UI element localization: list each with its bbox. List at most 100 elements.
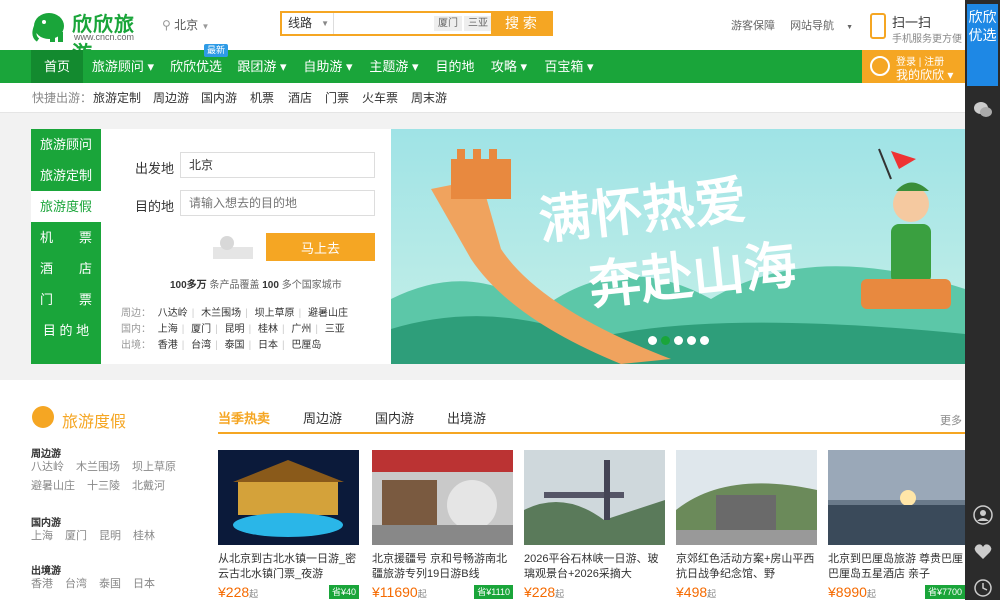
heart-icon[interactable] [973, 542, 993, 562]
go-button[interactable]: 马上去 [266, 233, 375, 261]
category-link[interactable]: 北戴河 [132, 477, 165, 496]
dest-link[interactable]: 日本 [258, 340, 278, 351]
quick-link[interactable]: 门票 [325, 83, 349, 113]
search-form: 出发地 北京 目的地 马上去 100多万 条产品覆盖 100 多个国家城市 周边… [101, 129, 391, 364]
dest-link[interactable]: 上海 [158, 324, 178, 335]
nav-group-tour[interactable]: 跟团游 ▾ [232, 50, 292, 83]
dest-link[interactable]: 台湾 [191, 340, 211, 351]
sidemenu-flights[interactable]: 机 票 [31, 222, 101, 253]
sidemenu-tickets[interactable]: 门 票 [31, 284, 101, 315]
category-link[interactable]: 泰国 [99, 575, 121, 591]
money-icon [213, 236, 253, 259]
promo-banner[interactable]: 满怀热爱 奔赴山海 [391, 129, 965, 364]
destination-input[interactable] [180, 190, 375, 216]
product-card[interactable]: 北京到巴厘岛旅游 尊贵巴厘 巴厘岛五星酒店 亲子 ¥8990起 省¥7700 [828, 450, 965, 600]
category-link[interactable]: 避暑山庄 [31, 477, 75, 496]
tab-abroad[interactable]: 出境游 [447, 408, 486, 427]
dest-link[interactable]: 避暑山庄 [308, 308, 348, 319]
product-card[interactable]: 2026平谷石林峡一日游、玻璃观景台+2026采摘大 ¥228起 [524, 450, 665, 600]
product-card[interactable]: 北京援疆号 京和号畅游南北疆旅游专列19日游B线 ¥11690起 省¥1110 [372, 450, 513, 600]
dest-link[interactable]: 木兰围场 [201, 308, 241, 319]
more-link[interactable]: 更多 [940, 412, 962, 428]
category-link[interactable]: 桂林 [133, 527, 155, 543]
category-link[interactable]: 厦门 [65, 527, 87, 543]
tab-hot[interactable]: 当季热卖 [218, 408, 270, 427]
history-clock-icon[interactable] [973, 578, 993, 598]
dest-link[interactable]: 泰国 [225, 340, 245, 351]
sidemenu-vacation[interactable]: 旅游度假 [31, 191, 101, 222]
nav-travel-advisor[interactable]: 旅游顾问 ▾ [86, 50, 160, 83]
product-title: 从北京到古北水镇一日游_密云古北水镇门票_夜游 [218, 553, 357, 580]
quick-link[interactable]: 周末游 [411, 83, 447, 113]
tab-domestic[interactable]: 国内游 [375, 408, 414, 427]
product-card[interactable]: 京郊红色活动方案+房山平西抗日战争纪念馆、野 ¥498起 [676, 450, 817, 600]
search-tag[interactable]: 三亚 [464, 16, 492, 31]
nav-free-tour[interactable]: 自助游 ▾ [298, 50, 358, 83]
nav-toolbox[interactable]: 百宝箱 ▾ [540, 50, 598, 83]
category-link[interactable]: 台湾 [65, 575, 87, 591]
category-link[interactable]: 上海 [31, 527, 53, 543]
category-link[interactable]: 昆明 [99, 527, 121, 543]
nav-theme-tour[interactable]: 主题游 ▾ [364, 50, 424, 83]
sidemenu-advisor[interactable]: 旅游顾问 [31, 129, 101, 160]
dest-link[interactable]: 香港 [158, 340, 178, 351]
dest-link[interactable]: 昆明 [225, 324, 245, 335]
chevron-down-icon: ▼ [846, 24, 853, 31]
logo-url: www.cncn.com [74, 32, 135, 42]
sidemenu-hotels[interactable]: 酒 店 [31, 253, 101, 284]
carousel-dot[interactable] [648, 336, 657, 345]
nav-guide[interactable]: 攻略 ▾ [486, 50, 532, 83]
nav-home[interactable]: 首页 [31, 50, 83, 83]
location-pin-icon: ⚲ [162, 18, 171, 32]
quick-link[interactable]: 周边游 [153, 83, 189, 113]
guarantee-link[interactable]: 游客保障 [731, 20, 775, 32]
category-link[interactable]: 坝上草原 [132, 458, 176, 477]
scan-title[interactable]: 扫一扫 [892, 12, 931, 31]
dest-link[interactable]: 巴厘岛 [291, 340, 321, 351]
search-input[interactable] [336, 13, 432, 34]
login-area[interactable]: 登录 | 注册 我的欣欣 ▾ [862, 50, 965, 83]
main-nav: 首页 旅游顾问 ▾ 欣欣优选 跟团游 ▾ 自助游 ▾ 主题游 ▾ 目的地 攻略 … [0, 50, 965, 83]
quick-link[interactable]: 酒店 [288, 83, 312, 113]
youxuan-button[interactable]: 欣欣优选 [967, 4, 998, 86]
dest-link[interactable]: 厦门 [191, 324, 211, 335]
saving-badge: 省¥40 [328, 585, 359, 599]
tab-nearby[interactable]: 周边游 [303, 408, 342, 427]
dest-link[interactable]: 坝上草原 [255, 308, 295, 319]
sidemenu-destination[interactable]: 目 的 地 [31, 315, 101, 346]
product-card[interactable]: 从北京到古北水镇一日游_密云古北水镇门票_夜游 ¥228起 省¥40 [218, 450, 359, 600]
carousel-dot[interactable] [700, 336, 709, 345]
dest-link[interactable]: 八达岭 [158, 308, 188, 319]
user-avatar-icon [870, 56, 890, 76]
dest-link[interactable]: 桂林 [258, 324, 278, 335]
wechat-icon[interactable] [973, 100, 993, 120]
quick-link[interactable]: 火车票 [362, 83, 398, 113]
category-link[interactable]: 木兰围场 [76, 458, 120, 477]
search-button[interactable]: 搜 索 [491, 13, 551, 34]
quick-label: 快捷出游： [32, 91, 93, 105]
top-header: 欣欣旅游 www.cncn.com ⚲ 北京 ▼ 线路 ▼ 厦门 三亚 搜 索 … [0, 0, 965, 65]
category-link[interactable]: 十三陵 [87, 477, 120, 496]
user-icon[interactable] [973, 505, 993, 525]
my-account-link[interactable]: 我的欣欣 ▾ [896, 66, 953, 83]
search-tag[interactable]: 厦门 [434, 16, 462, 31]
product-title: 2026平谷石林峡一日游、玻璃观景台+2026采摘大 [524, 553, 659, 580]
search-type-select[interactable]: 线路 ▼ [282, 13, 334, 34]
sidemenu-custom[interactable]: 旅游定制 [31, 160, 101, 191]
nav-destination[interactable]: 目的地 [430, 50, 480, 83]
carousel-dot[interactable] [674, 336, 683, 345]
city-selector[interactable]: ⚲ 北京 ▼ [162, 16, 209, 33]
site-nav-link[interactable]: 网站导航 [790, 20, 834, 32]
from-field[interactable]: 北京 [180, 152, 375, 178]
category-link[interactable]: 八达岭 [31, 458, 64, 477]
dest-link[interactable]: 广州 [291, 324, 311, 335]
site-logo[interactable]: 欣欣旅游 www.cncn.com [30, 6, 150, 65]
category-link[interactable]: 日本 [133, 575, 155, 591]
quick-link[interactable]: 旅游定制 [93, 83, 141, 113]
quick-link[interactable]: 机票 [250, 83, 274, 113]
quick-link[interactable]: 国内游 [201, 83, 237, 113]
carousel-dot[interactable] [661, 336, 670, 345]
carousel-dot[interactable] [687, 336, 696, 345]
category-link[interactable]: 香港 [31, 575, 53, 591]
dest-link[interactable]: 三亚 [325, 324, 345, 335]
